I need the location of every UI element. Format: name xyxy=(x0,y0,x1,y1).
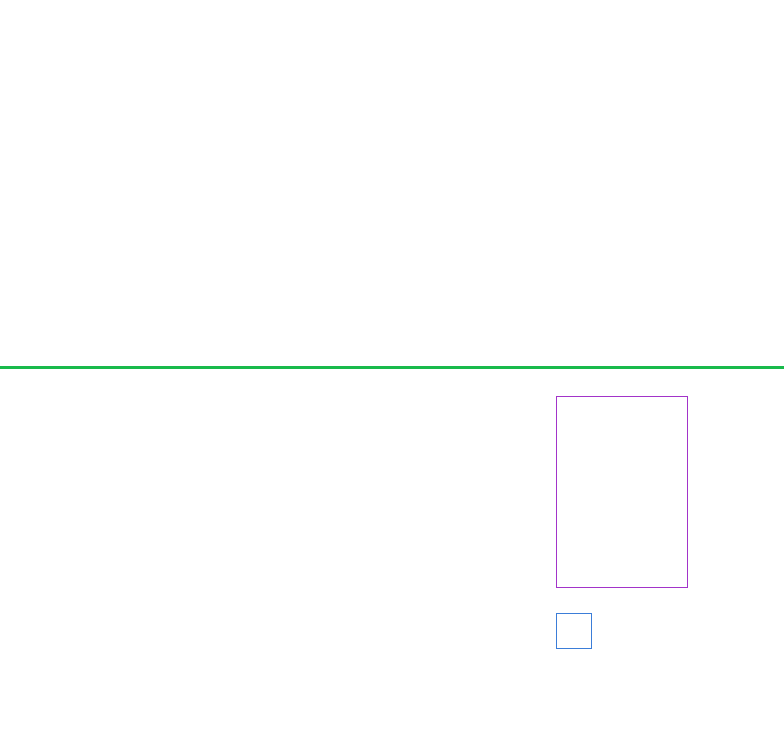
screen-size-legend xyxy=(556,604,600,649)
section-divider xyxy=(0,366,784,369)
in-use-tv-panel xyxy=(556,396,688,588)
page-root xyxy=(0,0,784,748)
screen-size-box xyxy=(556,613,592,649)
